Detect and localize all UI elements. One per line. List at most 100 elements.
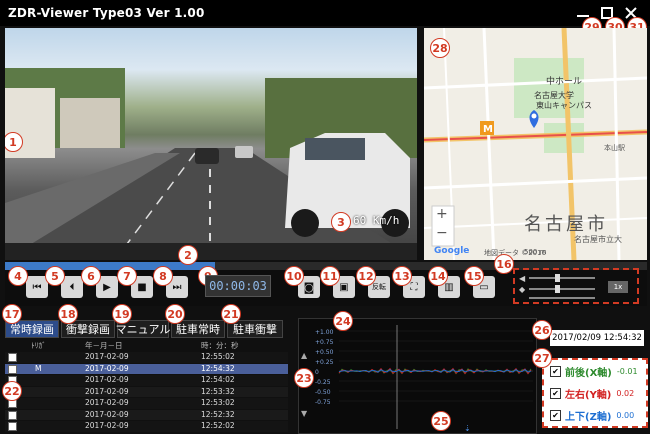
rotate-icon: 反転 <box>372 283 386 291</box>
map-label-campus: 東山キャンパス <box>536 101 592 110</box>
badge-7: 7 <box>117 266 137 286</box>
badge-28: 28 <box>430 38 450 58</box>
badge-14: 14 <box>428 266 448 286</box>
header-time: 時：分：秒 <box>201 341 239 350</box>
badge-4: 4 <box>8 266 28 286</box>
fullscreen-icon: ⛶ <box>410 281 418 293</box>
graph-ytick: +0.75 <box>315 339 334 346</box>
table-row[interactable]: M 2017-02-09 12:54:32 <box>5 363 288 374</box>
map-label-city: 名古屋市 <box>524 214 608 235</box>
graph-ytick: +0.50 <box>315 349 334 356</box>
axis-y-checkbox[interactable]: ✔ <box>550 388 561 399</box>
badge-11: 11 <box>320 266 340 286</box>
row-time: 12:54:32 <box>201 363 235 373</box>
speed-readout: 60 Km/h <box>353 214 400 227</box>
delete-icon: ▥ <box>444 281 454 293</box>
axis-z-value: 0.00 <box>616 411 635 420</box>
axis-z-row[interactable]: ✔ 上下(Z軸) 0.00 <box>550 408 634 423</box>
header-date: 年－月－日 <box>85 341 123 350</box>
badge-18: 18 <box>58 304 78 324</box>
skip-forward-icon: ⏭ <box>172 281 182 293</box>
step-back-icon: ⏴ <box>69 281 75 293</box>
row-date: 2017-02-09 <box>85 363 129 373</box>
table-row[interactable]: 2017-02-09 12:52:32 <box>5 409 288 420</box>
axis-z-label: 上下(Z軸) <box>565 412 612 423</box>
badge-15: 15 <box>464 266 484 286</box>
badge-5: 5 <box>45 266 65 286</box>
badge-25: 25 <box>431 411 451 431</box>
svg-text:◀: ◀ <box>519 274 526 283</box>
graph-ytick: -0.25 <box>315 379 331 386</box>
map-label-building: 名古屋市立大 <box>574 235 622 244</box>
google-logo: Google <box>434 246 470 256</box>
map-label-station: 本山駅 <box>604 144 625 152</box>
graph-plot: +1.00 +0.75 +0.50 +0.25 0 -0.25 -0.50 -0.75 ⇣ <box>315 325 533 433</box>
svg-text:◆: ◆ <box>519 285 526 294</box>
camera-icon: ◙ <box>303 280 315 294</box>
row-time: 12:55:02 <box>201 352 235 361</box>
axis-x-checkbox[interactable]: ✔ <box>550 366 561 377</box>
badge-10: 10 <box>284 266 304 286</box>
table-row[interactable]: 2017-02-09 12:54:02 <box>5 375 288 386</box>
badge-13: 13 <box>392 266 412 286</box>
skip-back-icon: ⏮ <box>32 281 42 293</box>
row-date: 2017-02-09 <box>85 421 129 430</box>
badge-24: 24 <box>333 311 353 331</box>
svg-text:M: M <box>483 124 493 135</box>
table-row[interactable]: 2017-02-09 12:53:02 <box>5 398 288 409</box>
header-protect: ﾄﾘｶﾞ <box>31 341 46 350</box>
row-date: 2017-02-09 <box>85 398 129 407</box>
axis-y-label: 左右(Y軸) <box>565 390 612 401</box>
map-label-hall: 中ホール <box>546 77 583 87</box>
row-trigger: M <box>35 363 42 373</box>
badge-21: 21 <box>221 304 241 324</box>
badge-3: 3 <box>331 212 351 232</box>
play-icon: ▶ <box>103 281 111 293</box>
graph-ytick: -0.50 <box>315 389 331 396</box>
row-checkbox[interactable] <box>8 422 17 431</box>
graph-position-marker: ⇣ <box>464 424 471 433</box>
row-checkbox[interactable] <box>8 410 17 420</box>
axis-y-row[interactable]: ✔ 左右(Y軸) 0.02 <box>550 386 634 401</box>
volume-panel: ◀ ◆ 1x <box>513 268 639 304</box>
snapshot-icon: ▣ <box>339 281 349 293</box>
badge-16: 16 <box>494 254 514 274</box>
playback-speed-button[interactable]: 1x <box>608 281 628 293</box>
acceleration-graph: ▲ ▼ +1.00 +0.75 +0.50 +0.25 0 -0.25 -0.50 -0.75… <box>298 318 537 434</box>
list-header: ﾄﾘｶﾞ 年－月－日 時：分：秒 <box>5 340 288 351</box>
badge-26: 26 <box>532 320 552 340</box>
map-zoom-out-button[interactable]: − <box>436 225 448 241</box>
badge-23: 23 <box>294 368 314 388</box>
badge-22: 22 <box>2 381 22 401</box>
graph-ytick: +1.00 <box>315 329 334 336</box>
row-time: 12:53:32 <box>201 386 235 396</box>
row-date: 2017-02-09 <box>85 352 129 361</box>
graph-ytick: -0.75 <box>315 399 331 406</box>
table-row[interactable]: 2017-02-09 12:53:32 <box>5 386 288 397</box>
axis-z-checkbox[interactable]: ✔ <box>550 410 561 421</box>
badge-17: 17 <box>2 304 22 324</box>
badge-6: 6 <box>81 266 101 286</box>
row-checkbox[interactable] <box>8 364 17 374</box>
video-player[interactable]: 1 3 60 Km/h <box>5 28 417 260</box>
row-checkbox[interactable] <box>8 353 17 362</box>
row-date: 2017-02-09 <box>85 386 129 396</box>
badge-20: 20 <box>165 304 185 324</box>
badge-19: 19 <box>112 304 132 324</box>
graph-ytick: +0.25 <box>315 359 334 366</box>
axis-y-value: 0.02 <box>616 389 635 398</box>
row-time: 12:52:02 <box>201 421 235 430</box>
map-credit: 地図データ ©2016 <box>484 249 547 257</box>
map-view[interactable]: M 中ホール 名古屋大学 東山キャンパス 名古屋市 名古屋市立大 本山駅 + −… <box>424 28 647 260</box>
axis-x-row[interactable]: ✔ 前後(X軸) -0.01 <box>550 364 638 379</box>
badge-27: 27 <box>532 348 552 368</box>
map-zoom-in-button[interactable]: + <box>436 206 448 222</box>
table-row[interactable]: 2017-02-09 12:55:02 <box>5 352 288 363</box>
row-date: 2017-02-09 <box>85 375 129 384</box>
table-row[interactable]: 2017-02-09 12:52:02 <box>5 421 288 432</box>
app-title: ZDR-Viewer Type03 Ver 1.00 <box>8 6 205 20</box>
badge-12: 12 <box>356 266 376 286</box>
badge-8: 8 <box>153 266 173 286</box>
row-date: 2017-02-09 <box>85 409 129 419</box>
row-time: 12:52:32 <box>201 409 235 419</box>
